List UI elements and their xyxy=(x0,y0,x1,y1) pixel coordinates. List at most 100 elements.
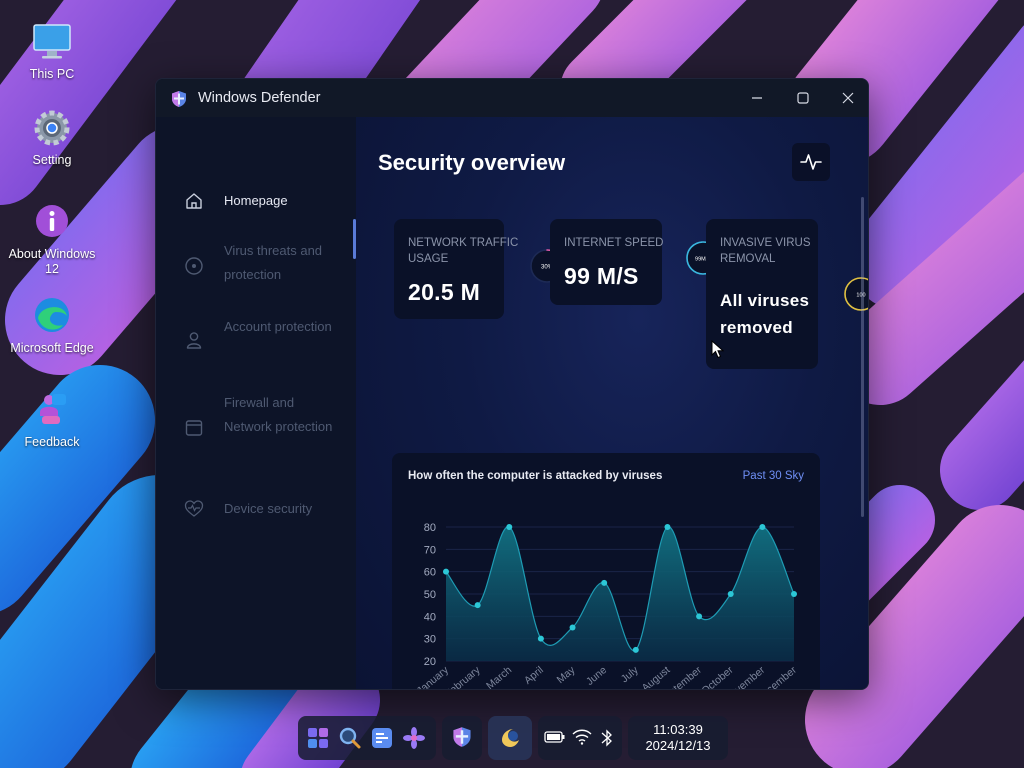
start-menu-icon[interactable] xyxy=(306,726,330,750)
desktop-icon-this-pc[interactable]: This PC xyxy=(7,20,97,82)
moon-icon xyxy=(502,729,519,747)
title-bar[interactable]: Windows Defender xyxy=(156,79,868,117)
desktop-icon-about-windows[interactable]: About Windows 12 xyxy=(7,200,97,277)
taskbar-clock[interactable]: 11:03:39 2024/12/13 xyxy=(628,716,728,760)
desktop-icon-label: Feedback xyxy=(24,435,80,449)
sidebar-item-homepage[interactable]: Homepage xyxy=(156,181,352,221)
sidebar-item-label: Homepage xyxy=(224,193,288,208)
x-tick-label: February xyxy=(443,664,483,690)
y-tick-label: 40 xyxy=(424,611,436,623)
desktop-icon-label: Microsoft Edge xyxy=(10,341,94,355)
data-point-august[interactable] xyxy=(664,524,671,530)
target-icon xyxy=(185,257,203,275)
x-tick-label: March xyxy=(484,664,514,690)
y-tick-label: 60 xyxy=(424,567,436,579)
desktop-icon-setting[interactable]: Setting xyxy=(7,106,97,168)
desktop-icon-label: About Windows 12 xyxy=(8,247,96,276)
taskbar-pinned-group xyxy=(298,716,436,760)
sidebar-item-label: Firewall and Network protection xyxy=(224,395,333,434)
desktop-icon-feedback[interactable]: Feedback xyxy=(7,388,97,450)
data-point-september[interactable] xyxy=(696,613,703,620)
heartbeat-icon xyxy=(184,500,204,517)
close-button[interactable] xyxy=(825,79,868,117)
desktop-icon-edge[interactable]: Microsoft Edge xyxy=(7,294,97,356)
data-point-december[interactable] xyxy=(791,591,797,597)
pulse-icon xyxy=(800,154,822,170)
y-tick-label: 80 xyxy=(424,522,436,534)
removal-ring-gauge: 100 xyxy=(844,277,868,311)
y-tick-label: 50 xyxy=(424,589,436,601)
system-tray[interactable] xyxy=(538,716,622,760)
x-tick-label: October xyxy=(699,664,736,690)
sidebar-item-virus-threats[interactable]: Virus threats and protection xyxy=(156,239,352,293)
data-point-october[interactable] xyxy=(727,591,734,597)
attack-frequency-chart: 80706050403020 JanuaryFebruary March April… xyxy=(415,522,800,690)
battery-icon xyxy=(544,731,565,743)
taskbar-theme-toggle[interactable] xyxy=(488,716,532,760)
sidebar-item-label: Virus threats and protection xyxy=(224,243,323,282)
data-point-april[interactable] xyxy=(537,635,544,642)
sidebar-item-firewall[interactable]: Firewall and Network protection xyxy=(156,391,352,467)
data-point-november[interactable] xyxy=(759,524,766,530)
card-value: All viruses removed xyxy=(720,291,810,337)
minimize-button[interactable] xyxy=(734,79,780,117)
mouse-cursor xyxy=(711,340,725,359)
x-tick-label: August xyxy=(640,664,673,690)
activity-button[interactable] xyxy=(792,143,830,181)
y-tick-label: 70 xyxy=(424,544,436,556)
y-tick-label: 20 xyxy=(424,656,436,668)
card-value: 99 M/S xyxy=(564,263,639,289)
page-title: Security overview xyxy=(378,150,566,175)
widgets-icon[interactable] xyxy=(370,726,394,750)
data-point-march[interactable] xyxy=(506,524,513,530)
card-internet-speed: INTERNET SPEED 99 M/S xyxy=(550,219,663,305)
home-icon xyxy=(186,193,202,209)
x-tick-label: June xyxy=(584,664,609,688)
copilot-icon[interactable] xyxy=(402,726,426,750)
card-network-traffic: NETWORK TRAFFIC USAGE 20.5 M xyxy=(394,219,518,319)
bluetooth-icon xyxy=(601,729,612,747)
feedback-icon xyxy=(40,394,66,424)
close-icon xyxy=(842,92,854,104)
chart-title: How often the computer is attacked by vi… xyxy=(408,470,663,482)
clock-date: 2024/12/13 xyxy=(645,738,711,753)
data-point-july[interactable] xyxy=(632,646,639,653)
y-tick-label: 30 xyxy=(424,634,436,646)
data-point-january[interactable] xyxy=(443,568,449,575)
scrollbar-thumb[interactable] xyxy=(861,197,864,517)
maximize-button[interactable] xyxy=(780,79,826,117)
sidebar: Homepage Virus threats and protection Ac… xyxy=(156,117,356,689)
main-content: Security overview NETWORK TRAFFIC USAGE … xyxy=(356,117,868,690)
x-tick-label: May xyxy=(555,664,578,686)
sidebar-item-account-protection[interactable]: Account protection xyxy=(156,315,352,369)
card-label: NETWORK TRAFFIC USAGE xyxy=(408,237,519,265)
wifi-icon xyxy=(572,729,592,745)
x-tick-label: July xyxy=(619,664,642,686)
search-icon[interactable] xyxy=(338,726,362,750)
data-point-february[interactable] xyxy=(474,602,481,609)
shield-icon xyxy=(172,91,186,107)
desktop-icon-label: Setting xyxy=(32,153,72,167)
monitor-icon xyxy=(33,24,71,59)
gear-icon xyxy=(34,110,70,146)
user-icon xyxy=(186,332,202,349)
card-value: 20.5 M xyxy=(408,279,481,305)
maximize-icon xyxy=(797,92,809,104)
clock-time: 11:03:39 xyxy=(653,722,703,737)
desktop-icon-label: This PC xyxy=(29,67,75,81)
card-label: INTERNET SPEED xyxy=(564,237,664,249)
defender-window: Windows Defender Homepage Virus threats … xyxy=(155,78,869,690)
chart-range-link[interactable]: Past 30 Sky xyxy=(743,470,804,482)
minimize-icon xyxy=(752,97,762,99)
window-icon xyxy=(185,420,203,436)
sidebar-item-device-security[interactable]: Device security xyxy=(156,493,352,525)
sidebar-item-label: Account protection xyxy=(224,319,332,334)
card-label: INVASIVE VIRUS REMOVAL xyxy=(720,237,811,265)
window-title: Windows Defender xyxy=(198,90,321,106)
data-point-june[interactable] xyxy=(601,579,608,586)
sidebar-item-label: Device security xyxy=(224,501,313,516)
taskbar-defender-app[interactable] xyxy=(442,716,482,760)
x-tick-label: April xyxy=(522,664,546,687)
data-point-may[interactable] xyxy=(569,624,576,631)
info-icon xyxy=(36,205,68,237)
